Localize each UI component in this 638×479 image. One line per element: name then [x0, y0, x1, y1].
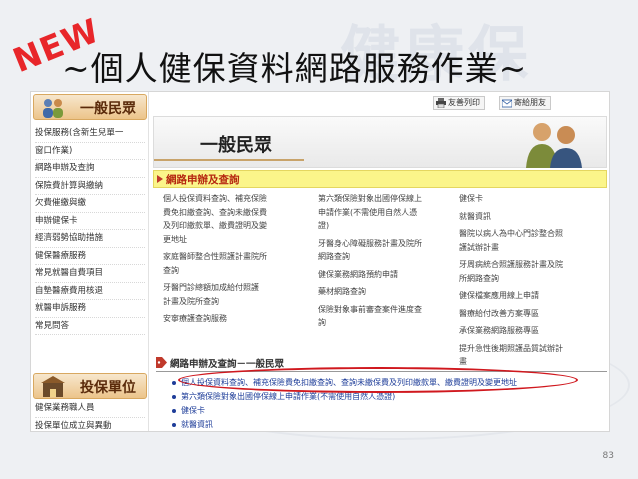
service-link[interactable]: 更地址 — [163, 233, 313, 247]
email-label: 寄給朋友 — [514, 98, 546, 107]
sidebar-item[interactable]: 自墊醫療費用核退 — [35, 283, 145, 300]
sidebar-section-title-2: 投保單位 — [80, 380, 136, 396]
sidebar-item[interactable]: 健保醫療服務 — [35, 248, 145, 265]
service-link[interactable]: 所網路查詢 — [459, 272, 609, 286]
service-link[interactable]: 個人投保資料查詢、補充保險 — [163, 192, 313, 206]
service-link[interactable]: 健保檔案應用線上申請 — [459, 289, 609, 303]
service-link[interactable]: 醫院以病人為中心門診整合照 — [459, 227, 609, 241]
service-link[interactable]: 提升急性後期照護品質試辦計 — [459, 342, 609, 356]
sidebar-item[interactable]: 健保業務職人員 — [35, 400, 145, 418]
service-link[interactable]: 證) — [318, 219, 468, 233]
sidebar-list-general: 投保服務(含新生兒單一 窗口作業) 網路申辦及查詢 保險費計算與繳納 欠費催繳與繳 申辦健… — [35, 125, 145, 335]
sidebar-item[interactable]: 投保服務(含新生兒單一 — [35, 125, 145, 143]
query-header-text: 網路申辦及查詢－一般民眾 — [170, 359, 285, 370]
sidebar-item[interactable]: 投保單位成立與異動 — [35, 418, 145, 432]
sidebar-item[interactable]: 就醫申訴服務 — [35, 300, 145, 318]
highlight-oval — [178, 367, 578, 393]
slide: 健康保 NEW ~個人健保資料網路服務作業~ 一般民眾 投保服務(含新生兒單一窗… — [0, 0, 638, 479]
slide-title: ~個人健保資料網路服務作業~ — [62, 49, 528, 88]
sidebar-item[interactable]: 窗口作業) — [35, 143, 145, 160]
service-link[interactable]: 查詢 — [163, 264, 313, 278]
building-icon — [41, 376, 65, 397]
service-link[interactable]: 第六類保險對象出國停保線上 — [318, 192, 468, 206]
services-column-3: 健保卡就醫資訊醫院以病人為中心門診整合照 護試辦計畫牙周病統合照護服務計畫及院 所網… — [459, 192, 609, 369]
sidebar: 一般民眾 投保服務(含新生兒單一 窗口作業) 網路申辦及查詢 保險費計算與繳納 欠費催繳… — [31, 92, 149, 432]
sidebar-section-general-public[interactable]: 一般民眾 — [33, 94, 147, 120]
embedded-webpage: 一般民眾 投保服務(含新生兒單一 窗口作業) 網路申辦及查詢 保險費計算與繳納 欠費催繳… — [30, 91, 610, 432]
service-link[interactable]: 家庭醫師整合性照護計畫院所 — [163, 250, 313, 264]
service-link[interactable]: 醫療給付改善方案專區 — [459, 307, 609, 321]
service-link[interactable]: 網路查詢 — [318, 250, 468, 264]
page-title: 一般民眾 — [200, 135, 272, 156]
section-label: 網路申辦及查詢 — [166, 174, 240, 186]
sidebar-item[interactable]: 保險費計算與繳納 — [35, 178, 145, 195]
sidebar-item[interactable]: 常見問答 — [35, 318, 145, 335]
page-number: 83 — [602, 451, 614, 461]
service-link[interactable]: 安寧療護查詢服務 — [163, 312, 313, 326]
services-column-2: 第六類保險對象出國停保線上 申請作業(不需使用自然人憑 證) 牙醫身心障礙服務計畫及院… — [318, 192, 468, 330]
page-banner: 一般民眾 — [153, 116, 607, 168]
service-link[interactable]: 牙醫門診總額加成給付照護 — [163, 281, 313, 295]
service-link[interactable]: 承保業務網路服務專區 — [459, 324, 609, 338]
service-link[interactable]: 牙醫身心障礙服務計畫及院所 — [318, 237, 468, 251]
service-link[interactable]: 健保業務網路預約申請 — [318, 268, 468, 282]
arrow-right-icon — [157, 175, 163, 183]
sidebar-section-insured-units[interactable]: 投保單位 — [33, 373, 147, 399]
sidebar-item[interactable]: 欠費催繳與繳 — [35, 195, 145, 213]
service-link[interactable]: 就醫資訊 — [459, 210, 609, 224]
sidebar-item[interactable]: 網路申辦及查詢 — [35, 160, 145, 178]
service-link[interactable]: 畫 — [459, 355, 609, 369]
services-column-1: 個人投保資料查詢、補充保險 費免扣繳查詢、查詢未繳保費 及列印繳款單、繳費證明及變更… — [163, 192, 313, 326]
service-link[interactable]: 健保卡 — [459, 192, 609, 206]
toolbar: 友善列印 寄給朋友 — [411, 96, 607, 110]
service-link[interactable]: 費免扣繳查詢、查詢未繳保費 — [163, 206, 313, 220]
sidebar-item[interactable]: 常見就醫自費項目 — [35, 265, 145, 283]
sidebar-section-title: 一般民眾 — [80, 101, 136, 117]
section-bar: 網路申辦及查詢 — [153, 170, 607, 188]
sidebar-item[interactable]: 經濟弱勢協助措施 — [35, 230, 145, 248]
print-label: 友善列印 — [448, 98, 480, 107]
title-underline — [154, 159, 304, 161]
service-link[interactable]: 藥材網路查詢 — [318, 285, 468, 299]
service-link[interactable]: 牙周病統合照護服務計畫及院 — [459, 258, 609, 272]
service-link[interactable]: 保險對象事前審查案件進度查 — [318, 303, 468, 317]
sidebar-list-units: 健保業務職人員 投保單位成立與異動 — [35, 400, 145, 432]
printer-icon — [436, 98, 446, 108]
service-link[interactable]: 護試辦計畫 — [459, 241, 609, 255]
people-avatar-icon — [526, 123, 582, 168]
envelope-icon — [502, 99, 512, 108]
print-button[interactable]: 友善列印 — [433, 96, 485, 110]
people-icon — [43, 99, 63, 118]
service-link[interactable]: 詢 — [318, 316, 468, 330]
query-link[interactable]: 就醫資訊 — [171, 418, 609, 431]
tag-icon — [156, 357, 167, 368]
service-link[interactable]: 計畫及院所查詢 — [163, 295, 313, 309]
service-link[interactable]: 及列印繳款單、繳費證明及變 — [163, 219, 313, 233]
query-link[interactable]: 健保卡 — [171, 404, 609, 418]
sidebar-item[interactable]: 申辦健保卡 — [35, 213, 145, 230]
email-friend-button[interactable]: 寄給朋友 — [499, 96, 551, 110]
service-link[interactable]: 申請作業(不需使用自然人憑 — [318, 206, 468, 220]
